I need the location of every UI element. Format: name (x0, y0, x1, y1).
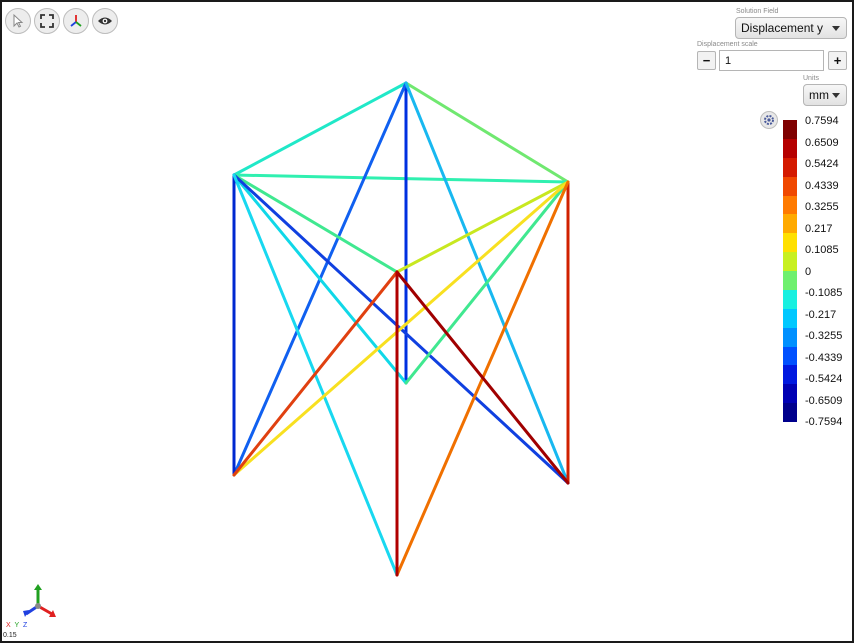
displacement-scale-input[interactable]: 1 (719, 50, 824, 71)
legend-color-segment (783, 327, 797, 347)
axis-y-label: Y (14, 622, 21, 629)
eye-icon (98, 17, 112, 25)
legend-tick-label: -0.217 (805, 308, 837, 321)
truss-member (395, 270, 570, 485)
legend-color-segment (783, 403, 797, 422)
legend-tick-label: 0.7594 (805, 115, 839, 127)
legend-color-segment (783, 214, 797, 234)
view-toolbar (5, 8, 118, 34)
legend-tick-label: 0 (805, 265, 812, 278)
legend-tick-label: -0.7594 (805, 416, 843, 428)
legend-color-segment (783, 120, 797, 139)
legend-tick-label: 0.5424 (805, 158, 839, 170)
legend-color-segment (783, 176, 797, 196)
fit-view-button[interactable] (34, 8, 60, 34)
legend-tick-label: -0.1085 (805, 287, 843, 299)
fit-view-icon (40, 14, 54, 28)
units-caption: Units (803, 75, 819, 82)
legend-color-segment (783, 271, 797, 290)
legend-tick-label: -0.4339 (805, 351, 843, 364)
legend-color-segment (783, 308, 797, 328)
truss-member (232, 180, 570, 477)
truss-member (232, 173, 399, 274)
truss-member (404, 180, 570, 385)
units-select[interactable]: mm (803, 84, 847, 106)
truss-member (232, 173, 408, 385)
visibility-button[interactable] (92, 8, 118, 34)
displacement-scale-caption: Displacement scale (697, 41, 758, 48)
chevron-down-icon (832, 26, 840, 31)
legend-settings-button[interactable] (760, 111, 778, 129)
legend-color-segment (783, 384, 797, 404)
truss-member (232, 173, 570, 184)
legend-tick-label: 0.1085 (805, 244, 839, 256)
scale-decrement-button[interactable]: − (697, 51, 716, 70)
legend-color-segment (783, 157, 797, 177)
select-cursor-icon (13, 13, 24, 28)
units-value: mm (809, 88, 829, 102)
solution-field-select[interactable]: Displacement y (735, 17, 847, 39)
legend-color-segment (783, 346, 797, 366)
axes-view-icon (70, 15, 82, 27)
axes-view-button[interactable] (63, 8, 89, 34)
legend-tick-label: 0.217 (805, 222, 833, 235)
legend-color-segment (783, 252, 797, 271)
legend-color-segment (783, 233, 797, 253)
legend-color-segment (783, 195, 797, 215)
axis-z-label: Z (23, 622, 29, 629)
legend-color-segment (783, 289, 797, 309)
scale-increment-button[interactable]: + (828, 51, 847, 70)
truss-member (404, 81, 570, 184)
model-viewport[interactable] (0, 0, 854, 643)
legend-tick-label: -0.3255 (805, 330, 843, 342)
truss-member (232, 270, 399, 477)
legend-tick-label: -0.6509 (805, 394, 843, 407)
legend-color-segment (783, 365, 797, 385)
corner-readout: 0.15 (3, 632, 17, 639)
legend-color-segment (783, 138, 797, 158)
legend-tick-label: 0.4339 (805, 179, 839, 192)
color-legend-bar (783, 120, 797, 422)
select-button[interactable] (5, 8, 31, 34)
chevron-down-icon (832, 93, 840, 98)
gear-icon (764, 115, 774, 125)
axes-labels: X Y Z (6, 622, 28, 629)
solution-field-caption: Solution Field (736, 8, 779, 15)
legend-tick-label: -0.5424 (805, 373, 843, 385)
axis-x-label: X (6, 622, 12, 629)
legend-tick-label: 0.6509 (805, 136, 839, 149)
solution-field-value: Displacement y (741, 21, 824, 35)
legend-tick-label: 0.3255 (805, 201, 839, 213)
truss-member (232, 81, 408, 177)
axes-triad-icon (23, 584, 56, 617)
